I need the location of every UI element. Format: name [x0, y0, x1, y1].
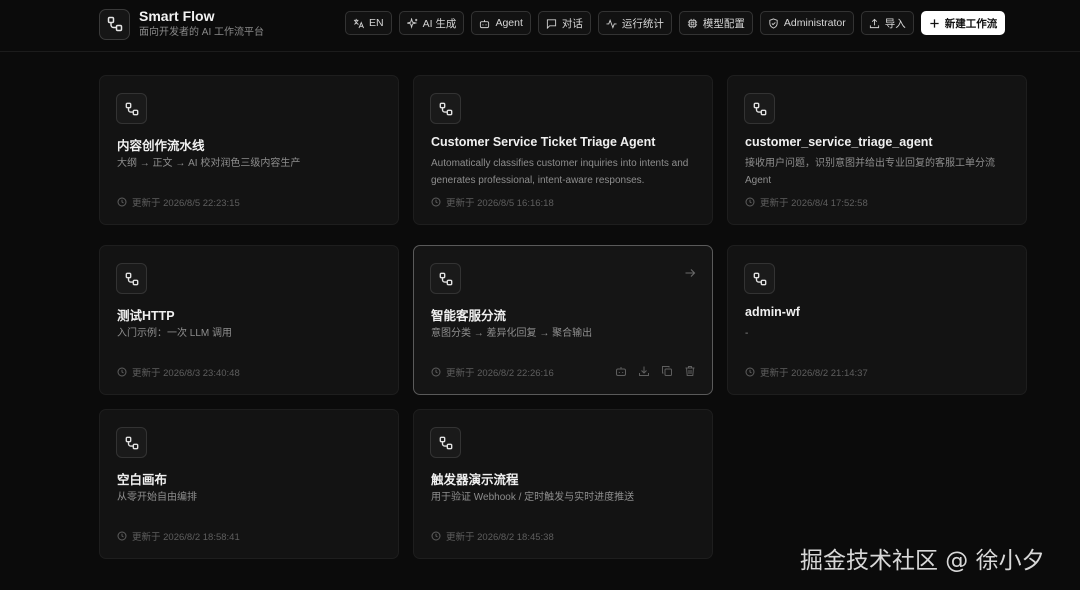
- workflow-title: Customer Service Ticket Triage Agent: [431, 135, 656, 149]
- app-subtitle: 面向开发者的 AI 工作流平台: [139, 27, 265, 38]
- workflow-updated: 更新于 2026/8/5 22:23:15: [117, 195, 240, 209]
- download-icon[interactable]: [638, 365, 650, 377]
- chat-button[interactable]: 对话: [537, 11, 591, 35]
- updated-time: 更新于 2026/8/5 16:16:18: [446, 198, 554, 209]
- updated-time: 更新于 2026/8/2 18:58:41: [132, 532, 240, 543]
- workflow-description: 意图分类 → 差异化回复 → 聚合输出: [431, 328, 593, 339]
- clock-icon: [117, 367, 132, 377]
- plus-icon: [930, 18, 939, 28]
- import-label: 导入: [884, 17, 906, 30]
- chat-label: 对话: [561, 17, 583, 30]
- brand[interactable]: Smart Flow 面向开发者的 AI 工作流平台: [99, 8, 264, 40]
- stats-button[interactable]: 运行统计: [597, 11, 672, 35]
- workflow-card[interactable]: 触发器演示流程用于验证 Webhook / 定时触发与实时进度推送更新于 202…: [413, 409, 713, 559]
- bot-icon[interactable]: [615, 365, 627, 377]
- updated-time: 更新于 2026/8/5 22:23:15: [132, 198, 240, 209]
- workflow-updated: 更新于 2026/8/2 18:45:38: [431, 529, 554, 543]
- new-workflow-label: 新建工作流: [944, 17, 998, 30]
- clock-icon: [431, 531, 446, 541]
- agent-label: Agent: [495, 17, 523, 29]
- workflow-card[interactable]: customer_service_triage_agent 接收用户问题，识别意图…: [727, 75, 1027, 225]
- workflow-title: customer_service_triage_agent: [745, 135, 933, 149]
- top-bar: Smart Flow 面向开发者的 AI 工作流平台 EN AI 生成 Agen…: [0, 0, 1080, 52]
- updated-time: 更新于 2026/8/2 22:26:16: [446, 368, 554, 379]
- workflow-card[interactable]: 智能客服分流意图分类 → 差异化回复 → 聚合输出更新于 2026/8/2 22…: [413, 245, 713, 395]
- workflow-description: 从零开始自由编排: [117, 492, 197, 503]
- top-nav: EN AI 生成 Agent 对话 运行统计 模型配置 Administrato…: [345, 11, 1006, 35]
- workflow-updated: 更新于 2026/8/5 16:16:18: [431, 195, 554, 209]
- workflow-node-icon: [430, 427, 461, 458]
- workflow-updated: 更新于 2026/8/3 23:40:48: [117, 365, 240, 379]
- workflow-updated: 更新于 2026/8/2 18:58:41: [117, 529, 240, 543]
- workflow-card[interactable]: admin-wf - 更新于 2026/8/2 21:14:37: [727, 245, 1027, 395]
- ai-generate-button[interactable]: AI 生成: [398, 11, 465, 35]
- clock-icon: [745, 197, 760, 207]
- clock-icon: [745, 367, 760, 377]
- workflow-description: 接收用户问题，识别意图并给出专业回复的客服工单分流Agent: [745, 158, 995, 186]
- updated-time: 更新于 2026/8/4 17:52:58: [760, 198, 868, 209]
- workflow-title: admin-wf: [745, 305, 800, 319]
- workflow-node-icon: [430, 263, 461, 294]
- workflow-node-icon: [744, 93, 775, 124]
- stats-label: 运行统计: [621, 17, 664, 30]
- clock-icon: [431, 367, 446, 377]
- workflow-title: 空白画布: [117, 473, 168, 487]
- model-config-button[interactable]: 模型配置: [678, 11, 753, 35]
- workflow-updated: 更新于 2026/8/4 17:52:58: [745, 195, 868, 209]
- translate-icon: [353, 18, 364, 28]
- workflow-title: 智能客服分流: [431, 309, 507, 323]
- updated-time: 更新于 2026/8/2 21:14:37: [760, 368, 868, 379]
- import-button[interactable]: 导入: [860, 11, 914, 35]
- user-label: Administrator: [783, 17, 846, 29]
- workflow-card[interactable]: 测试HTTP 入门示例：一次 LLM 调用更新于 2026/8/3 23:40:4…: [99, 245, 399, 395]
- workflow-node-icon: [116, 263, 147, 294]
- user-button[interactable]: Administrator: [759, 11, 854, 35]
- model-config-label: 模型配置: [702, 17, 745, 30]
- workflow-node-icon: [116, 427, 147, 458]
- workflow-title: 触发器演示流程: [431, 473, 519, 487]
- ai-generate-label: AI 生成: [422, 17, 457, 30]
- workflow-description: 入门示例：一次 LLM 调用: [117, 328, 233, 339]
- workflow-card[interactable]: Customer Service Ticket Triage Agent Auto…: [413, 75, 713, 225]
- message-square-icon: [546, 18, 556, 29]
- language-button[interactable]: EN: [345, 11, 392, 35]
- workflow-description: -: [745, 328, 749, 339]
- updated-time: 更新于 2026/8/3 23:40:48: [132, 368, 240, 379]
- workflow-node-icon: [430, 93, 461, 124]
- app-title: Smart Flow: [139, 8, 215, 24]
- bot-icon: [480, 19, 490, 28]
- workflow-logo-icon: [99, 8, 130, 40]
- trash-icon[interactable]: [684, 365, 696, 377]
- clock-icon: [431, 197, 446, 207]
- workflow-updated: 更新于 2026/8/2 22:26:16: [431, 365, 554, 379]
- workflow-description: 用于验证 Webhook / 定时触发与实时进度推送: [431, 492, 635, 503]
- clock-icon: [117, 531, 132, 541]
- watermark: 掘金技术社区 @ 徐小夕: [800, 548, 1045, 574]
- workflow-card[interactable]: 空白画布从零开始自由编排更新于 2026/8/2 18:58:41: [99, 409, 399, 559]
- sparkles-icon: [406, 17, 417, 29]
- shield-icon: [769, 17, 778, 29]
- copy-icon[interactable]: [661, 365, 673, 377]
- workflow-card[interactable]: 内容创作流水线大纲 → 正文 → AI 校对润色三级内容生产更新于 2026/8…: [99, 75, 399, 225]
- workflow-title: 测试HTTP: [117, 309, 175, 323]
- workflow-node-icon: [744, 263, 775, 294]
- workflow-description: 大纲 → 正文 → AI 校对润色三级内容生产: [117, 158, 301, 169]
- cpu-icon: [687, 18, 697, 28]
- arrow-right-icon[interactable]: [684, 266, 696, 278]
- updated-time: 更新于 2026/8/2 18:45:38: [446, 532, 554, 543]
- language-label: EN: [369, 17, 384, 29]
- upload-icon: [869, 18, 879, 28]
- workflow-updated: 更新于 2026/8/2 21:14:37: [745, 365, 868, 379]
- agent-button[interactable]: Agent: [471, 11, 531, 35]
- clock-icon: [117, 197, 132, 207]
- workflow-title: 内容创作流水线: [117, 139, 205, 153]
- workflow-node-icon: [116, 93, 147, 124]
- new-workflow-button[interactable]: 新建工作流: [920, 11, 1006, 35]
- card-actions: [604, 365, 696, 377]
- activity-icon: [606, 18, 617, 29]
- workflow-description: Automatically classifies customer inquir…: [431, 158, 689, 186]
